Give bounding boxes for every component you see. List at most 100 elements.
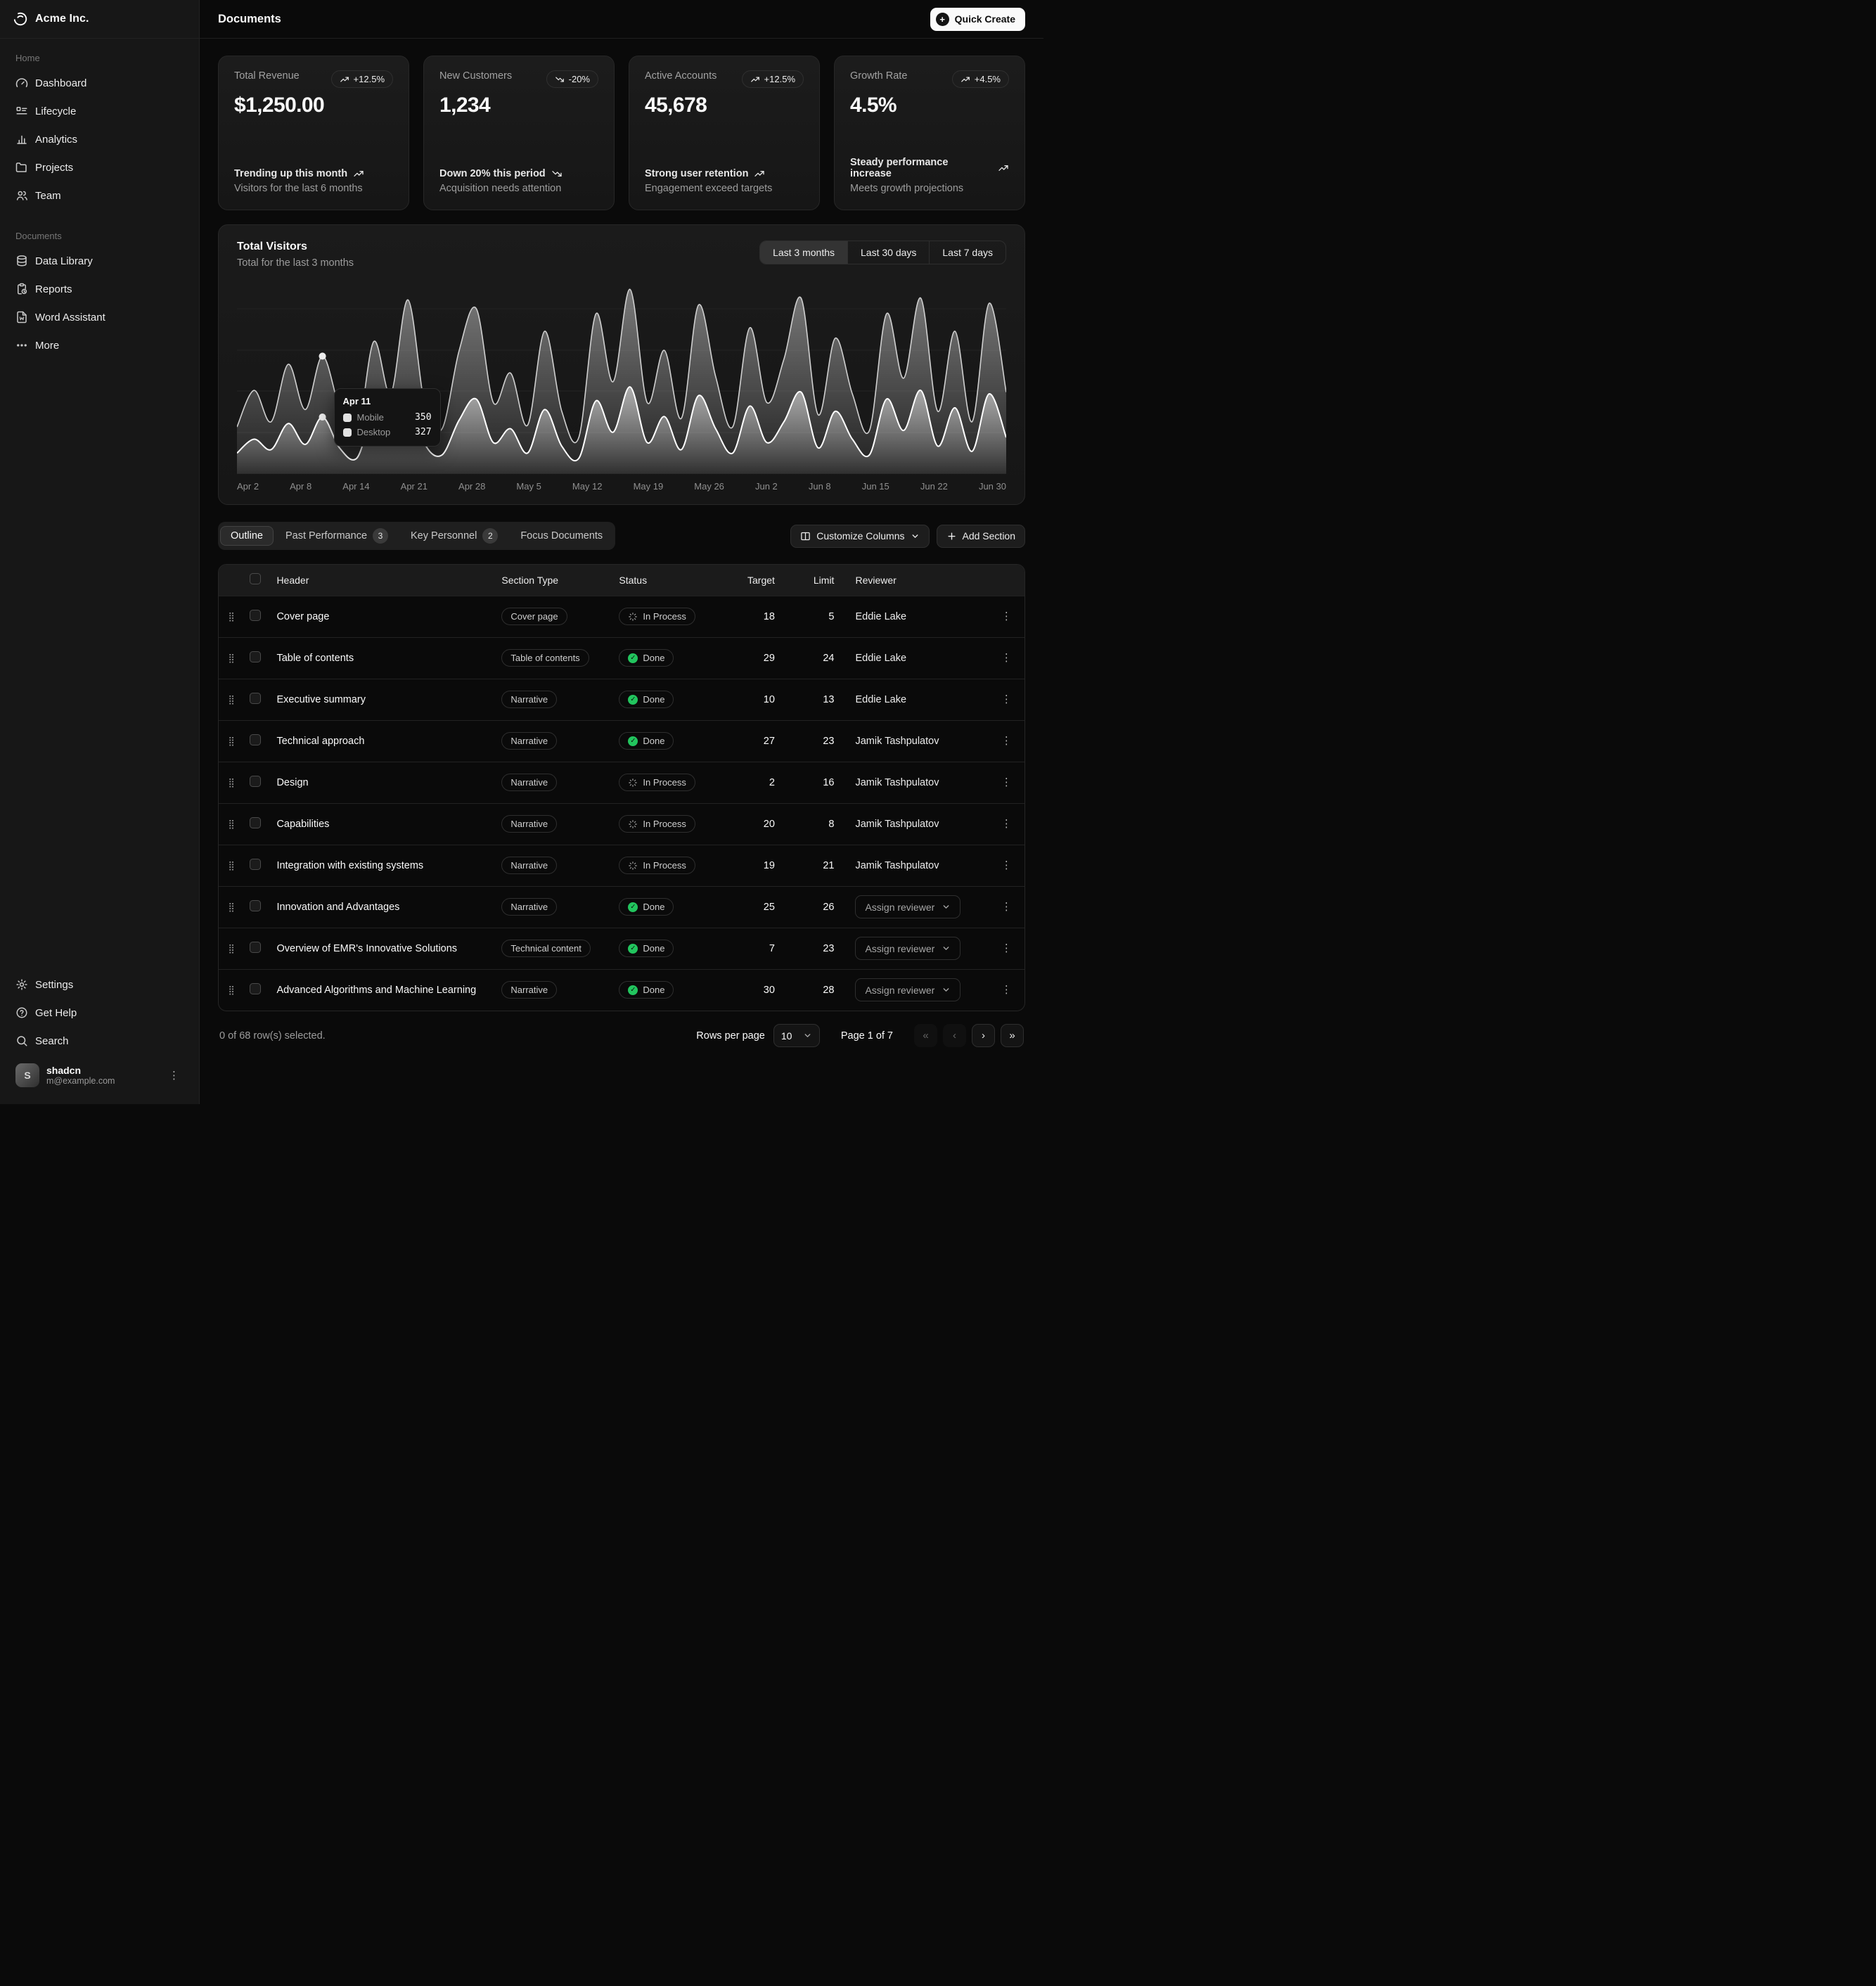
sidebar-item-word-assistant[interactable]: Word Assistant: [10, 305, 189, 330]
limit-value[interactable]: 13: [790, 679, 850, 720]
row-checkbox[interactable]: [250, 610, 261, 621]
target-value[interactable]: 18: [725, 596, 790, 637]
row-checkbox[interactable]: [250, 693, 261, 704]
prev-page-button[interactable]: ‹: [943, 1024, 966, 1047]
sidebar-item-projects[interactable]: Projects: [10, 155, 189, 180]
user-kebab-icon[interactable]: ⋮: [165, 1068, 184, 1084]
target-value[interactable]: 7: [725, 928, 790, 969]
drag-handle[interactable]: ⣿: [226, 651, 236, 665]
target-value[interactable]: 29: [725, 637, 790, 679]
row-kebab-icon[interactable]: ⋮: [997, 899, 1016, 915]
assign-reviewer-select[interactable]: Assign reviewer: [855, 895, 961, 918]
range-last-30-days[interactable]: Last 30 days: [847, 241, 929, 264]
target-value[interactable]: 19: [725, 845, 790, 886]
row-checkbox[interactable]: [250, 983, 261, 994]
row-header-title[interactable]: Technical approach: [276, 736, 364, 747]
sidebar-item-settings[interactable]: Settings: [10, 972, 189, 997]
sidebar-brand[interactable]: Acme Inc.: [0, 0, 199, 39]
sidebar-item-team[interactable]: Team: [10, 183, 189, 208]
tab-outline[interactable]: Outline: [220, 526, 274, 546]
rows-per-page-select[interactable]: 10: [773, 1024, 820, 1047]
row-header-title[interactable]: Table of contents: [276, 653, 354, 664]
sidebar-item-lifecycle[interactable]: Lifecycle: [10, 98, 189, 124]
row-checkbox[interactable]: [250, 817, 261, 828]
limit-value[interactable]: 23: [790, 928, 850, 969]
col-section-type: Section Type: [496, 565, 613, 596]
limit-value[interactable]: 23: [790, 720, 850, 762]
tab-past-performance[interactable]: Past Performance3: [275, 524, 399, 548]
user-menu[interactable]: S shadcn m@example.com ⋮: [10, 1056, 189, 1097]
limit-value[interactable]: 21: [790, 845, 850, 886]
sidebar-item-search[interactable]: Search: [10, 1028, 189, 1053]
drag-handle[interactable]: ⣿: [226, 859, 236, 873]
row-checkbox[interactable]: [250, 942, 261, 953]
target-value[interactable]: 10: [725, 679, 790, 720]
row-checkbox[interactable]: [250, 776, 261, 787]
limit-value[interactable]: 24: [790, 637, 850, 679]
target-value[interactable]: 20: [725, 803, 790, 845]
row-kebab-icon[interactable]: ⋮: [997, 774, 1016, 790]
row-kebab-icon[interactable]: ⋮: [997, 733, 1016, 749]
range-last-7-days[interactable]: Last 7 days: [929, 241, 1006, 264]
sidebar-item-more[interactable]: More: [10, 333, 189, 358]
tab-key-personnel[interactable]: Key Personnel2: [400, 524, 508, 548]
row-header-title[interactable]: Integration with existing systems: [276, 860, 423, 871]
row-kebab-icon[interactable]: ⋮: [997, 608, 1016, 624]
sidebar-item-analytics[interactable]: Analytics: [10, 127, 189, 152]
drag-handle[interactable]: ⣿: [226, 734, 236, 748]
target-value[interactable]: 30: [725, 969, 790, 1011]
row-checkbox[interactable]: [250, 900, 261, 911]
row-kebab-icon[interactable]: ⋮: [997, 816, 1016, 832]
target-value[interactable]: 27: [725, 720, 790, 762]
drag-handle[interactable]: ⣿: [226, 610, 236, 624]
row-checkbox[interactable]: [250, 734, 261, 745]
card-subtext: Engagement exceed targets: [645, 183, 804, 194]
select-all-checkbox[interactable]: [250, 573, 261, 584]
row-kebab-icon[interactable]: ⋮: [997, 691, 1016, 707]
row-checkbox[interactable]: [250, 859, 261, 870]
limit-value[interactable]: 8: [790, 803, 850, 845]
ellipsis-icon: [15, 339, 28, 352]
quick-create-button[interactable]: + Quick Create: [930, 8, 1025, 31]
tab-focus-documents[interactable]: Focus Documents: [510, 526, 613, 546]
drag-handle[interactable]: ⣿: [226, 776, 236, 790]
drag-handle[interactable]: ⣿: [226, 900, 236, 914]
row-header-title[interactable]: Innovation and Advantages: [276, 902, 399, 913]
drag-handle[interactable]: ⣿: [226, 983, 236, 997]
tab-label: Outline: [231, 530, 263, 542]
row-kebab-icon[interactable]: ⋮: [997, 650, 1016, 666]
sidebar-item-data-library[interactable]: Data Library: [10, 248, 189, 274]
row-header-title[interactable]: Executive summary: [276, 694, 366, 705]
range-last-3-months[interactable]: Last 3 months: [760, 241, 847, 264]
drag-handle[interactable]: ⣿: [226, 693, 236, 707]
limit-value[interactable]: 5: [790, 596, 850, 637]
row-header-title[interactable]: Design: [276, 777, 308, 788]
limit-value[interactable]: 28: [790, 969, 850, 1011]
row-header-title[interactable]: Cover page: [276, 611, 329, 622]
sidebar-item-get-help[interactable]: Get Help: [10, 1000, 189, 1025]
last-page-button[interactable]: »: [1001, 1024, 1024, 1047]
row-kebab-icon[interactable]: ⋮: [997, 982, 1016, 998]
assign-reviewer-select[interactable]: Assign reviewer: [855, 978, 961, 1001]
limit-value[interactable]: 26: [790, 886, 850, 928]
row-header-title[interactable]: Advanced Algorithms and Machine Learning: [276, 985, 476, 996]
x-tick-label: May 19: [634, 481, 664, 492]
target-value[interactable]: 25: [725, 886, 790, 928]
row-checkbox[interactable]: [250, 651, 261, 662]
sidebar-item-dashboard[interactable]: Dashboard: [10, 70, 189, 96]
drag-handle[interactable]: ⣿: [226, 942, 236, 956]
target-value[interactable]: 2: [725, 762, 790, 803]
sidebar-item-reports[interactable]: Reports: [10, 276, 189, 302]
limit-value[interactable]: 16: [790, 762, 850, 803]
customize-columns-button[interactable]: Customize Columns: [790, 525, 929, 548]
row-header-title[interactable]: Overview of EMR's Innovative Solutions: [276, 943, 457, 954]
area-chart[interactable]: Apr 11 Mobile 350 Desktop 327: [237, 284, 1006, 474]
first-page-button[interactable]: «: [914, 1024, 937, 1047]
row-header-title[interactable]: Capabilities: [276, 819, 329, 830]
drag-handle[interactable]: ⣿: [226, 817, 236, 831]
row-kebab-icon[interactable]: ⋮: [997, 857, 1016, 873]
add-section-button[interactable]: Add Section: [937, 525, 1026, 548]
row-kebab-icon[interactable]: ⋮: [997, 940, 1016, 956]
next-page-button[interactable]: ›: [972, 1024, 995, 1047]
assign-reviewer-select[interactable]: Assign reviewer: [855, 937, 961, 960]
